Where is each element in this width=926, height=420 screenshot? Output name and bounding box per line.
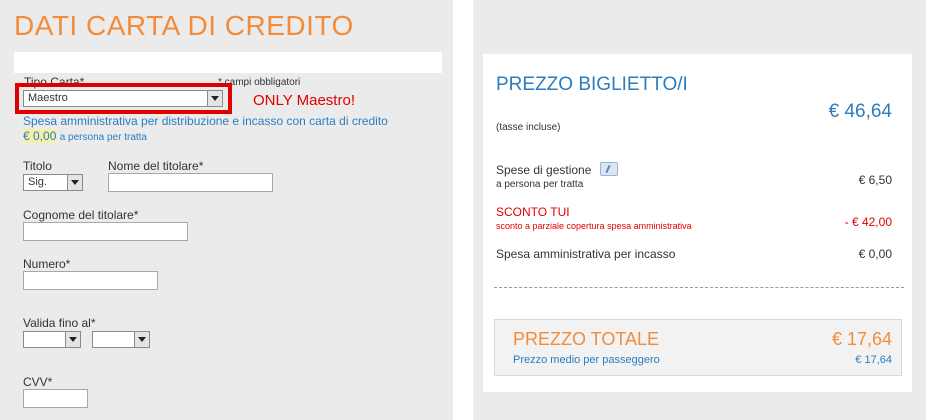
chevron-down-icon [67,175,82,190]
expiry-month-select[interactable] [23,331,81,348]
average-value: € 17,64 [855,354,892,366]
cvv-input[interactable] [23,389,88,408]
collection-fee-label: Spesa amministrativa per incasso [496,247,676,261]
collection-fee-value: € 0,00 [858,247,892,261]
total-value: € 17,64 [831,329,892,349]
title-select[interactable]: Sig. [23,174,83,191]
holder-name-input[interactable] [108,173,273,192]
holder-name-label: Nome del titolare* [108,159,204,173]
expiry-year-select[interactable] [92,331,150,348]
discount-value: - € 42,00 [844,215,892,229]
cvv-label: CVV* [23,375,53,389]
chevron-down-icon [134,332,149,347]
holder-surname-label: Cognome del titolare* [23,208,139,222]
page-title: DATI CARTA DI CREDITO [14,10,354,41]
fee-line: € 0,00 a persona per tratta [23,129,147,143]
info-icon[interactable] [600,162,618,176]
card-number-input[interactable] [23,271,158,290]
management-fee-sub: a persona per tratta [496,179,584,190]
price-value: € 46,64 [828,101,892,122]
title-label: Titolo [23,159,52,173]
divider-strip [14,52,442,73]
annotation-highlight-box [15,83,232,114]
annotation-text: ONLY Maestro! [253,92,355,109]
discount-sub: sconto a parziale copertura spesa ammini… [496,221,692,231]
price-title: PREZZO BIGLIETTO/I [496,74,688,95]
chevron-down-icon [65,332,80,347]
average-label: Prezzo medio per passeggero [513,354,660,366]
fee-suffix: a persona per tratta [59,132,147,143]
fee-note: Spesa amministrativa per distribuzione e… [23,114,388,128]
holder-surname-input[interactable] [23,222,188,241]
discount-label: SCONTO TUI [496,205,570,219]
expiry-label: Valida fino al* [23,316,96,330]
title-value: Sig. [28,176,47,188]
management-fee-value: € 6,50 [858,173,892,187]
fee-amount: € 0,00 [23,129,57,143]
management-fee-label: Spese di gestione [496,163,592,177]
dashed-divider [494,287,904,288]
card-number-label: Numero* [23,257,71,271]
taxes-note: (tasse incluse) [496,122,561,133]
total-label: PREZZO TOTALE [513,329,660,349]
